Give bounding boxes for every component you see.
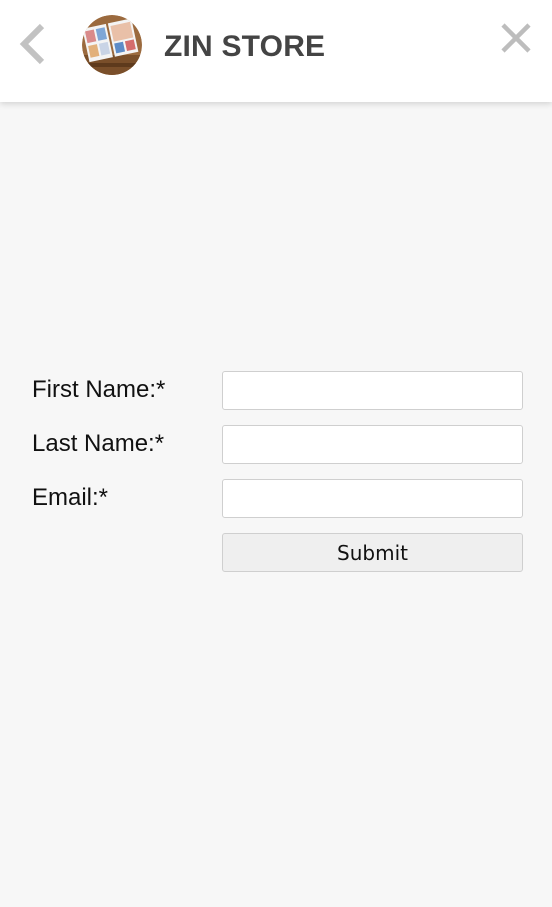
first-name-row: First Name:*	[32, 371, 523, 410]
store-logo-avatar	[82, 15, 142, 75]
app-header: ZIN STORE	[0, 0, 552, 102]
first-name-field[interactable]	[222, 371, 523, 410]
email-label: Email:*	[32, 484, 109, 511]
submit-row: Submit	[32, 533, 523, 572]
email-field[interactable]	[222, 479, 523, 518]
chevron-left-icon	[19, 23, 45, 65]
submit-button[interactable]: Submit	[222, 533, 523, 572]
first-name-label: First Name:*	[32, 376, 166, 403]
last-name-row: Last Name:*	[32, 425, 523, 464]
page-title: ZIN STORE	[164, 30, 326, 63]
close-icon	[501, 23, 531, 53]
back-button[interactable]	[14, 20, 54, 68]
signup-form: First Name:* Last Name:* Email:* Submit	[32, 371, 523, 587]
last-name-label: Last Name:*	[32, 430, 165, 457]
email-row: Email:*	[32, 479, 523, 518]
last-name-field[interactable]	[222, 425, 523, 464]
close-button[interactable]	[496, 18, 536, 58]
